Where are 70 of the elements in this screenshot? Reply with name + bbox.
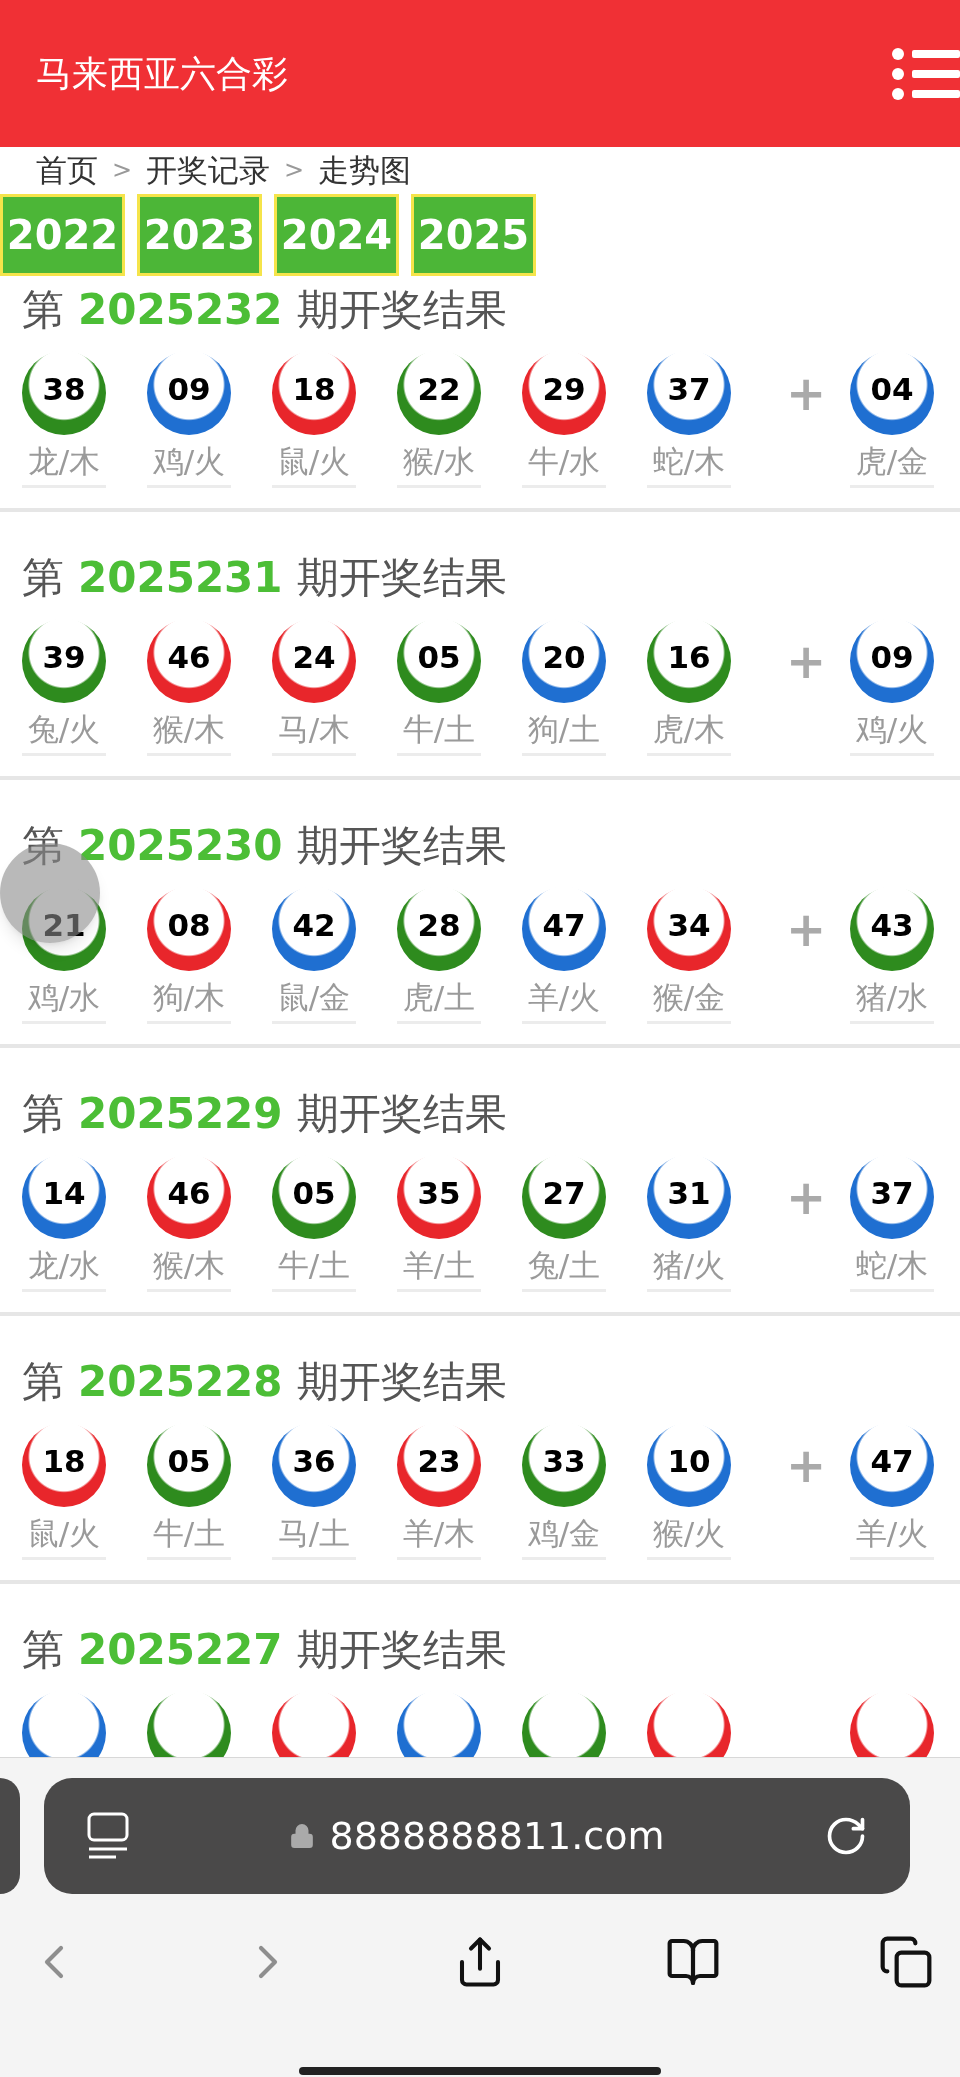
zodiac-label: 马/土	[272, 1510, 356, 1560]
breadcrumb-link[interactable]: 走势图	[318, 147, 412, 194]
plus-sign: +	[785, 363, 827, 423]
draw-title: 期开奖结果	[296, 1355, 507, 1408]
zodiac-label: 鸡/水	[22, 974, 106, 1024]
zodiac-label: 猪/水	[850, 974, 934, 1024]
zodiac-label: 猴/木	[147, 706, 231, 756]
zodiac-label: 羊/土	[397, 1242, 481, 1292]
draw-issue-number: 2025230	[78, 819, 283, 872]
draw-title-prefix: 第	[22, 1087, 64, 1140]
zodiac-label: 兔/火	[22, 706, 106, 756]
zodiac-label: 猪/火	[647, 1242, 731, 1292]
zodiac-label: 猴/金	[647, 974, 731, 1024]
draw-title-prefix: 第	[22, 1355, 64, 1408]
plus-sign: +	[785, 1167, 827, 1227]
zodiac-label: 鸡/火	[850, 706, 934, 756]
zodiac-label: 鼠/火	[272, 438, 356, 488]
zodiac-label: 牛/土	[397, 706, 481, 756]
draw-title: 期开奖结果	[296, 819, 507, 872]
draw-issue-number: 2025227	[78, 1623, 283, 1676]
zodiac-label: 羊/木	[397, 1510, 481, 1560]
address-bar[interactable]: 8888888811.com	[44, 1778, 910, 1894]
plus-sign: +	[785, 1435, 827, 1495]
breadcrumb-link[interactable]: 开奖记录	[146, 147, 271, 194]
lock-icon	[289, 1823, 316, 1849]
draw-title-prefix: 第	[22, 551, 64, 604]
zodiac-label: 牛/土	[272, 1242, 356, 1292]
reader-icon[interactable]	[86, 1811, 130, 1861]
draw-issue-number: 2025231	[78, 551, 283, 604]
draw-title: 期开奖结果	[296, 551, 507, 604]
draw-title-prefix: 第	[22, 283, 64, 336]
zodiac-label: 狗/木	[147, 974, 231, 1024]
tab-preview[interactable]	[0, 1778, 20, 1894]
zodiac-label: 猴/火	[647, 1510, 731, 1560]
breadcrumb-separator: >	[284, 155, 305, 187]
zodiac-label: 龙/木	[22, 438, 106, 488]
plus-sign: +	[785, 899, 827, 959]
zodiac-label: 蛇/木	[850, 1242, 934, 1292]
zodiac-label: 羊/火	[850, 1510, 934, 1560]
zodiac-label: 猴/水	[397, 438, 481, 488]
zodiac-label: 猴/木	[147, 1242, 231, 1292]
draw-title: 期开奖结果	[296, 1087, 507, 1140]
draw-issue-number: 2025229	[78, 1087, 283, 1140]
site-title: 马来西亚六合彩	[36, 51, 288, 96]
zodiac-label: 鸡/金	[522, 1510, 606, 1560]
zodiac-label: 蛇/木	[647, 438, 731, 488]
draw-title-prefix: 第	[22, 1623, 64, 1676]
draw-title: 期开奖结果	[296, 283, 507, 336]
breadcrumb-link[interactable]: 首页	[36, 147, 98, 194]
url-text: 8888888811.com	[329, 1812, 665, 1860]
draw-issue-number: 2025232	[78, 283, 283, 336]
zodiac-label: 龙/水	[22, 1242, 106, 1292]
zodiac-label: 鼠/火	[22, 1510, 106, 1560]
menu-icon[interactable]	[890, 45, 960, 102]
zodiac-label: 牛/土	[147, 1510, 231, 1560]
plus-sign: +	[785, 631, 827, 691]
zodiac-label: 兔/土	[522, 1242, 606, 1292]
zodiac-label: 鸡/火	[147, 438, 231, 488]
zodiac-label: 马/木	[272, 706, 356, 756]
zodiac-label: 鼠/金	[272, 974, 356, 1024]
zodiac-label: 牛/水	[522, 438, 606, 488]
draw-issue-number: 2025228	[78, 1355, 283, 1408]
zodiac-label: 狗/土	[522, 706, 606, 756]
zodiac-label: 羊/火	[522, 974, 606, 1024]
tabs-icon[interactable]	[878, 1934, 934, 1990]
breadcrumb-separator: >	[112, 155, 133, 187]
zodiac-label: 虎/金	[850, 438, 934, 488]
zodiac-label: 虎/木	[647, 706, 731, 756]
zodiac-label: 虎/土	[397, 974, 481, 1024]
draw-title: 期开奖结果	[296, 1623, 507, 1676]
